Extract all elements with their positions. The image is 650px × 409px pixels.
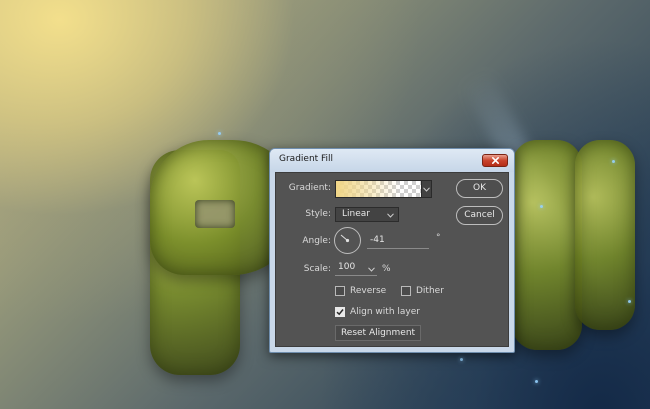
dialog-body: Gradient: Style: Linear Angle: -41 ° Sca… — [275, 172, 509, 347]
chevron-down-icon[interactable] — [368, 267, 375, 272]
dialog-title: Gradient Fill — [279, 154, 334, 164]
style-select[interactable]: Linear — [335, 207, 399, 222]
leaf-letter-p-counter — [195, 200, 235, 228]
sparkle — [535, 380, 538, 383]
reset-alignment-button[interactable]: Reset Alignment — [335, 325, 421, 341]
angle-label: Angle: — [302, 236, 331, 246]
scale-input[interactable]: 100 — [335, 262, 377, 276]
close-icon — [491, 156, 499, 165]
angle-input-value: -41 — [370, 235, 385, 245]
scale-label: Scale: — [303, 264, 331, 274]
close-button[interactable] — [482, 154, 508, 167]
align-with-layer-label[interactable]: Align with layer — [350, 307, 420, 317]
reverse-label[interactable]: Reverse — [350, 286, 386, 296]
sparkle — [460, 358, 463, 361]
dialog-titlebar[interactable]: Gradient Fill — [270, 149, 514, 172]
leaf-letter-n — [512, 140, 582, 350]
sparkle — [612, 160, 615, 163]
degree-symbol: ° — [436, 233, 441, 243]
align-with-layer-checkbox[interactable] — [335, 307, 345, 317]
scale-input-value: 100 — [338, 262, 356, 272]
dither-checkbox[interactable] — [401, 286, 411, 296]
leaf-letter-n-right — [575, 140, 635, 330]
chevron-down-icon — [387, 213, 394, 218]
style-select-value: Linear — [342, 209, 370, 219]
sparkle — [540, 205, 543, 208]
ok-button[interactable]: OK — [456, 179, 503, 198]
gradient-fill-dialog: Gradient Fill Gradient: Style: Linear An… — [269, 148, 515, 353]
gradient-label: Gradient: — [288, 183, 331, 193]
cancel-button[interactable]: Cancel — [456, 206, 503, 225]
style-label: Style: — [305, 209, 331, 219]
sparkle — [218, 132, 221, 135]
gradient-picker[interactable] — [335, 180, 422, 198]
reverse-checkbox[interactable] — [335, 286, 345, 296]
sparkle — [628, 300, 631, 303]
angle-dial-icon — [340, 234, 350, 243]
chevron-down-icon — [423, 186, 430, 192]
checkmark-icon — [336, 309, 344, 316]
angle-dial[interactable] — [334, 227, 361, 254]
dither-label[interactable]: Dither — [416, 286, 444, 296]
gradient-dropdown-button[interactable] — [422, 180, 432, 198]
angle-input[interactable]: -41 — [367, 235, 429, 249]
percent-symbol: % — [382, 264, 391, 274]
